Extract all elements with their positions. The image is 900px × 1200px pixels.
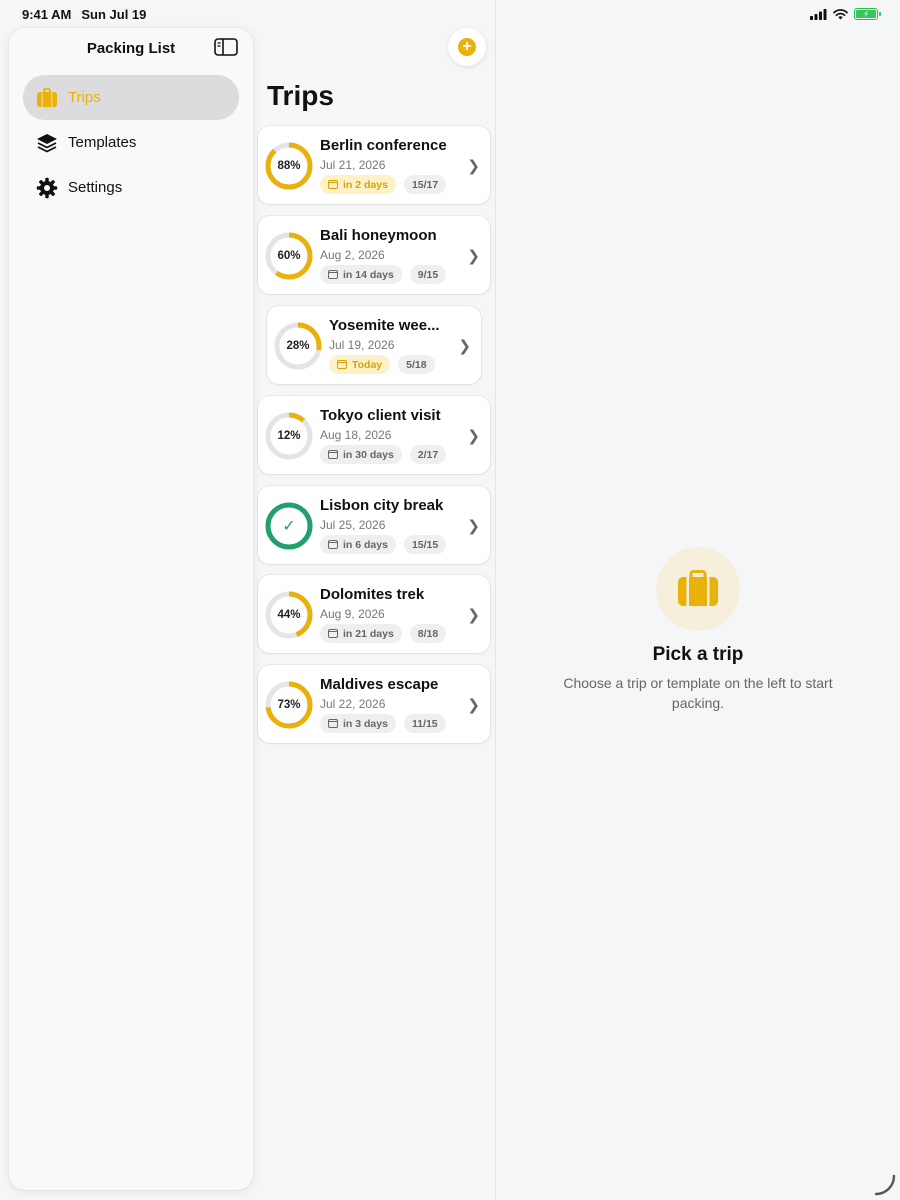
trip-date: Aug 2, 2026: [320, 248, 385, 262]
chevron-right-icon: ❯: [458, 338, 471, 355]
chevron-right-icon: ❯: [467, 248, 480, 265]
days-until-badge: in 30 days: [320, 445, 402, 464]
gear-icon: [36, 177, 58, 199]
progress-percent: ✓: [264, 501, 314, 551]
packed-count-badge: 2/17: [409, 445, 447, 464]
calendar-icon: [328, 180, 338, 189]
progress-ring: 73%: [264, 680, 314, 730]
sidebar-item-label: Settings: [68, 179, 123, 196]
trip-name: Tokyo client visit: [320, 407, 441, 424]
days-until-badge: in 21 days: [320, 624, 402, 643]
trip-date: Aug 9, 2026: [320, 607, 385, 621]
calendar-icon: [328, 629, 338, 638]
chevron-right-icon: ❯: [467, 428, 480, 445]
plus-icon: +: [458, 38, 476, 56]
days-until-badge: in 6 days: [320, 535, 396, 554]
sidebar-toggle-icon[interactable]: [214, 38, 238, 56]
progress-percent: 88%: [277, 160, 301, 172]
trip-card[interactable]: 73% Maldives escape Jul 22, 2026 in 3 da…: [258, 665, 490, 743]
packed-count-badge: 9/15: [409, 265, 447, 284]
days-until-badge: in 2 days: [320, 175, 396, 194]
suitcase-icon: [678, 570, 718, 606]
packed-count-badge: 15/17: [403, 175, 447, 194]
sidebar: Packing List Trips Templates Settings: [9, 28, 253, 1190]
progress-percent: 44%: [277, 609, 301, 621]
progress-ring: 44%: [264, 590, 314, 640]
packed-count-badge: 11/15: [403, 714, 446, 733]
trip-date: Jul 25, 2026: [320, 518, 386, 532]
trip-name: Lisbon city break: [320, 497, 444, 514]
empty-state-title: Pick a trip: [652, 644, 744, 665]
sidebar-item-label: Templates: [68, 134, 137, 151]
days-until-badge: in 3 days: [320, 714, 396, 733]
chevron-right-icon: ❯: [467, 518, 480, 535]
trip-name: Berlin conference: [320, 137, 447, 154]
trip-date: Aug 18, 2026: [320, 428, 392, 442]
progress-ring: 88%: [264, 141, 314, 191]
days-until-badge: Today: [329, 355, 391, 374]
sidebar-item-settings[interactable]: Settings: [23, 165, 239, 210]
sidebar-item-templates[interactable]: Templates: [23, 120, 239, 165]
packed-count-badge: 5/18: [398, 355, 435, 374]
suitcase-icon: [36, 87, 58, 109]
packed-count-badge: 15/15: [403, 535, 447, 554]
calendar-icon: [328, 450, 338, 459]
sidebar-item-label: Trips: [68, 89, 101, 106]
chevron-right-icon: ❯: [467, 158, 480, 175]
calendar-icon: [328, 270, 338, 279]
status-date: Sun Jul 19: [81, 6, 147, 22]
progress-percent: 60%: [277, 250, 301, 262]
progress-percent: 12%: [277, 430, 301, 442]
progress-percent: 73%: [277, 699, 301, 711]
sidebar-nav: Trips Templates Settings: [9, 75, 253, 210]
empty-state-badge: [656, 547, 740, 631]
empty-state-subtitle: Choose a trip or template on the left to…: [563, 675, 833, 711]
battery-charging-icon: ⚡: [854, 8, 881, 20]
trip-date: Jul 22, 2026: [320, 697, 386, 711]
trip-name: Yosemite wee...: [329, 317, 440, 334]
sidebar-title: Packing List: [86, 39, 176, 57]
detail-pane: Pick a trip Choose a trip or template on…: [496, 0, 900, 1200]
calendar-icon: [337, 360, 347, 369]
sidebar-item-trips[interactable]: Trips: [23, 75, 239, 120]
trip-card[interactable]: ✓ Lisbon city break Jul 25, 2026 in 6 da…: [258, 486, 490, 564]
cellular-signal-icon: [810, 8, 827, 20]
trip-name: Bali honeymoon: [320, 227, 437, 244]
calendar-icon: [328, 719, 338, 728]
calendar-icon: [328, 540, 338, 549]
wifi-icon: [833, 8, 848, 19]
trip-name: Dolomites trek: [320, 586, 425, 603]
trip-date: Jul 21, 2026: [320, 158, 386, 172]
chevron-right-icon: ❯: [467, 607, 480, 624]
progress-ring: 12%: [264, 411, 314, 461]
add-trip-button[interactable]: +: [448, 28, 486, 66]
packed-count-badge: 8/18: [409, 624, 447, 643]
status-bar: 9:41 AM Sun Jul 19 ⚡: [0, 0, 900, 28]
trip-card[interactable]: 88% Berlin conference Jul 21, 2026 in 2 …: [258, 126, 490, 204]
checkmark-icon: ✓: [282, 518, 296, 535]
chevron-right-icon: ❯: [467, 697, 480, 714]
progress-ring: 60%: [264, 231, 314, 281]
list-title: Trips: [267, 80, 334, 111]
layers-icon: [36, 132, 58, 154]
status-time: 9:41 AM: [22, 6, 72, 22]
days-until-badge: in 14 days: [320, 265, 402, 284]
trip-date: Jul 19, 2026: [329, 338, 395, 352]
resize-handle-icon[interactable]: [872, 1172, 898, 1198]
progress-percent: 28%: [286, 340, 310, 352]
trip-card[interactable]: 60% Bali honeymoon Aug 2, 2026 in 14 day…: [258, 216, 490, 294]
progress-ring: 28%: [273, 321, 323, 371]
trip-card[interactable]: 28% Yosemite wee... Jul 19, 2026 Today 5…: [267, 306, 481, 384]
trip-name: Maldives escape: [320, 676, 439, 693]
sidebar-header: Packing List: [9, 28, 253, 68]
progress-ring: ✓: [264, 501, 314, 551]
trip-card[interactable]: 12% Tokyo client visit Aug 18, 2026 in 3…: [258, 396, 490, 474]
trip-card[interactable]: 44% Dolomites trek Aug 9, 2026 in 21 day…: [258, 575, 490, 653]
